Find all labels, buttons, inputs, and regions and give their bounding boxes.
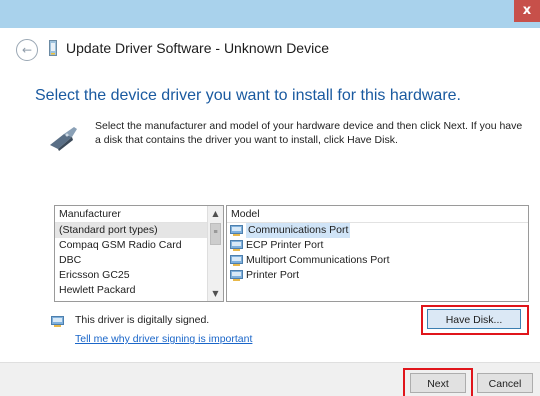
manufacturer-item[interactable]: Hewlett Packard xyxy=(55,283,223,298)
signed-driver-icon xyxy=(51,316,64,327)
scroll-up-icon[interactable]: ▲ xyxy=(208,206,223,221)
model-item[interactable]: ECP Printer Port xyxy=(227,238,528,253)
model-item-label: Printer Port xyxy=(246,269,300,281)
instruction-text: Select the manufacturer and model of you… xyxy=(95,120,523,146)
manufacturer-item[interactable]: DBC xyxy=(55,253,223,268)
model-item-label: Multiport Communications Port xyxy=(246,254,390,266)
model-header: Model xyxy=(227,206,528,223)
next-highlight xyxy=(403,368,473,396)
model-list[interactable]: Model Communications Port ECP Printer Po… xyxy=(226,205,529,302)
driver-signing-link[interactable]: Tell me why driver signing is important xyxy=(75,333,252,345)
wizard-header: ← Update Driver Software - Unknown Devic… xyxy=(0,28,540,72)
port-icon xyxy=(230,225,243,236)
port-icon xyxy=(230,240,243,251)
hardware-icon xyxy=(50,127,77,151)
port-icon xyxy=(230,255,243,266)
manufacturer-list[interactable]: Manufacturer (Standard port types) Compa… xyxy=(54,205,224,302)
signature-status: This driver is digitally signed. xyxy=(75,314,210,326)
back-arrow-icon[interactable]: ← xyxy=(16,39,38,61)
have-disk-highlight xyxy=(421,305,529,335)
scroll-thumb[interactable]: ≡ xyxy=(210,223,221,245)
page-heading: Select the device driver you want to ins… xyxy=(35,87,461,104)
manufacturer-item[interactable]: Compaq GSM Radio Card xyxy=(55,238,223,253)
model-item[interactable]: Multiport Communications Port xyxy=(227,253,528,268)
manufacturer-item[interactable]: (Standard port types) xyxy=(55,223,223,238)
port-icon xyxy=(230,270,243,281)
model-item-label: Communications Port xyxy=(246,223,351,238)
scroll-down-icon[interactable]: ▼ xyxy=(208,286,223,301)
window-title: Update Driver Software - Unknown Device xyxy=(66,40,329,56)
title-bar: x xyxy=(0,0,540,28)
model-item[interactable]: Printer Port xyxy=(227,268,528,283)
device-icon xyxy=(49,40,57,56)
update-driver-window: x ← Update Driver Software - Unknown Dev… xyxy=(0,0,540,396)
footer: Next Cancel xyxy=(0,362,540,396)
model-item-label: ECP Printer Port xyxy=(246,239,324,251)
manufacturer-header: Manufacturer xyxy=(55,206,223,223)
cancel-button[interactable]: Cancel xyxy=(477,373,533,393)
close-button[interactable]: x xyxy=(514,0,540,22)
manufacturer-item[interactable]: Ericsson GC25 xyxy=(55,268,223,283)
model-item[interactable]: Communications Port xyxy=(227,223,528,238)
manufacturer-scrollbar[interactable]: ▲ ≡ ▼ xyxy=(207,206,223,301)
